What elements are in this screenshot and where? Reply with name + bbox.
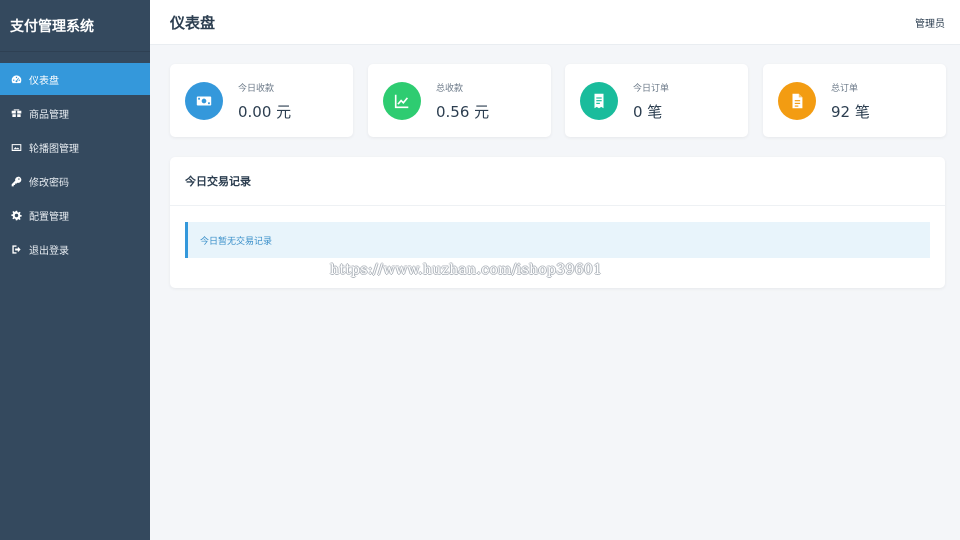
sidebar: 支付管理系统 仪表盘 商品管理 轮播图管理 修改密码 配置管理 退出登录 [0,0,150,540]
watermark: https://www.huzhan.com/ishop39601 [330,262,603,278]
stat-card-total-revenue: 总收款 0.56 元 [368,64,551,137]
stat-label: 今日订单 [633,84,670,94]
document-icon [778,82,816,120]
sidebar-item-logout[interactable]: 退出登录 [0,233,150,265]
sidebar-item-label: 退出登录 [29,245,69,257]
sidebar-item-settings[interactable]: 配置管理 [0,199,150,231]
stat-value: 0.00 元 [238,103,292,121]
page-title: 仪表盘 [170,13,216,32]
money-icon [185,82,223,120]
top-header: 仪表盘 管理员 [150,0,960,45]
sidebar-item-change-password[interactable]: 修改密码 [0,165,150,197]
sidebar-item-products[interactable]: 商品管理 [0,97,150,129]
empty-transactions-notice: 今日暂无交易记录 [185,222,930,258]
stat-label: 今日收款 [238,84,275,94]
panel-title: 今日交易记录 [170,157,945,206]
stat-label: 总收款 [436,84,464,94]
sidebar-item-label: 仪表盘 [29,75,59,87]
user-menu[interactable]: 管理员 [915,15,945,30]
key-icon [10,175,22,187]
sidebar-item-label: 轮播图管理 [29,143,79,155]
stat-label: 总订单 [831,84,859,94]
image-icon [10,141,22,153]
sidebar-item-label: 商品管理 [29,109,69,121]
sidebar-menu: 仪表盘 商品管理 轮播图管理 修改密码 配置管理 退出登录 [0,63,150,265]
stat-card-total-orders: 总订单 92 笔 [763,64,946,137]
stat-value: 0 笔 [633,103,663,121]
logout-icon [10,243,22,255]
stat-value: 92 笔 [831,103,870,121]
sidebar-item-label: 修改密码 [29,177,69,189]
app-title: 支付管理系统 [0,0,150,52]
dashboard-icon [10,73,22,85]
sidebar-item-carousel[interactable]: 轮播图管理 [0,131,150,163]
products-icon [10,107,22,119]
sidebar-item-label: 配置管理 [29,211,69,223]
receipt-icon [580,82,618,120]
sidebar-item-dashboard[interactable]: 仪表盘 [0,63,150,95]
stat-value: 0.56 元 [436,103,490,121]
gear-icon [10,209,22,221]
stat-card-today-orders: 今日订单 0 笔 [565,64,748,137]
stat-card-today-revenue: 今日收款 0.00 元 [170,64,353,137]
chart-line-icon [383,82,421,120]
